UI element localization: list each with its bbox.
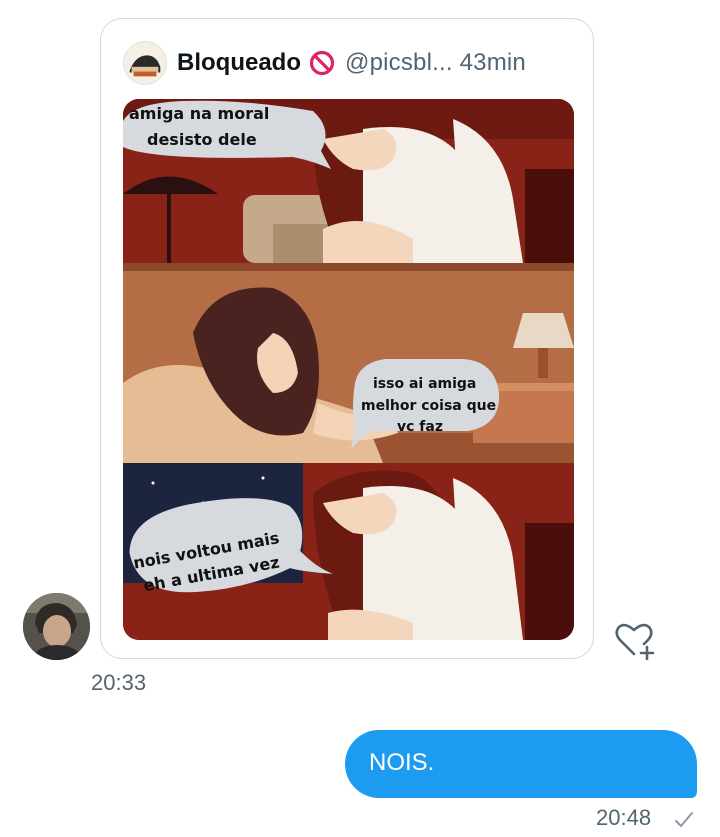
received-timestamp: 20:33 xyxy=(91,670,147,695)
heart-plus-icon[interactable] xyxy=(612,620,656,661)
avatar-photo xyxy=(23,593,90,660)
checkmark-icon xyxy=(672,808,696,832)
bubble-1-line-2: desisto dele xyxy=(147,130,257,149)
meme-panel-2: isso ai amiga melhor coisa que vc faz xyxy=(123,263,574,463)
sent-timestamp: 20:48 xyxy=(596,805,652,830)
author-handle: @picsbl... xyxy=(345,49,453,76)
bubble-1-line-1: amiga na moral xyxy=(129,104,269,123)
contact-avatar[interactable] xyxy=(23,593,90,660)
tweet-header: Bloqueado @picsbl... 43min xyxy=(123,41,526,85)
author-avatar[interactable] xyxy=(123,41,167,85)
bubble-2-line-2: melhor coisa que xyxy=(361,398,496,414)
author-handle-and-time: @picsbl... 43min xyxy=(345,49,526,77)
tweet-time: 43min xyxy=(459,49,526,76)
prohibited-icon xyxy=(309,50,335,76)
sent-message-bubble[interactable]: NOIS. xyxy=(345,730,697,798)
sent-message-text: NOIS. xyxy=(369,749,435,776)
meme-panel-1: amiga na moral desisto dele xyxy=(123,99,574,263)
meme-panel-3: nois voltou mais eh a ultima vez xyxy=(123,463,574,640)
bubble-2-line-3: vc faz xyxy=(397,419,443,435)
avatar-illustration xyxy=(124,42,166,84)
meme-image[interactable]: amiga na moral desisto dele isso ai amig… xyxy=(123,99,574,640)
quoted-tweet-card[interactable]: Bloqueado @picsbl... 43min amiga na mora… xyxy=(100,18,594,659)
author-name[interactable]: Bloqueado xyxy=(177,49,301,77)
bubble-2-line-1: isso ai amiga xyxy=(373,376,476,392)
